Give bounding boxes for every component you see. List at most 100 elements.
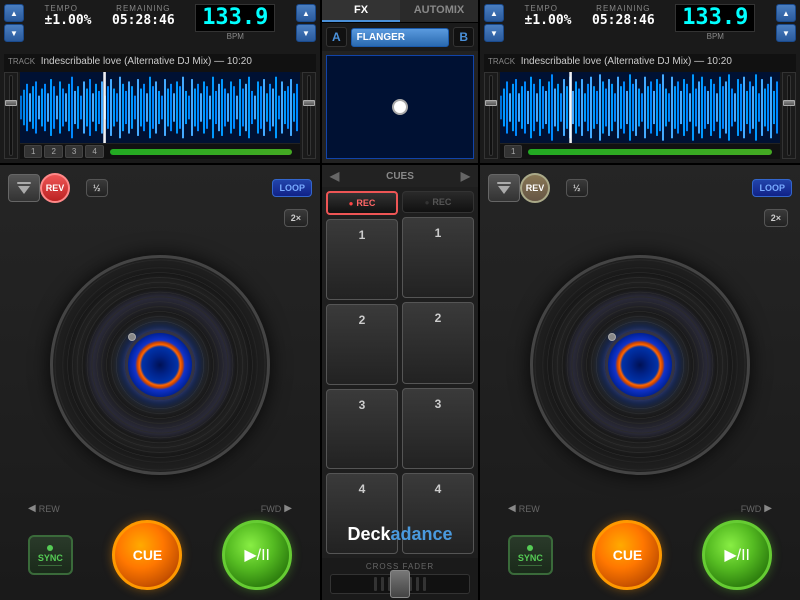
deck-right-up2-btn[interactable]: ▲ [776, 4, 796, 22]
deck-left-fwd-label: FWD ▶ [261, 503, 292, 514]
deck-left-cue-marker-4[interactable]: 4 [85, 145, 103, 158]
deck-left-waveform-area: 1 2 3 4 [4, 72, 316, 159]
deck-left-eject-btn[interactable] [8, 174, 40, 202]
deck-left-cue-marker-1[interactable]: 1 [24, 145, 42, 158]
deck-right-pitch-slider-right[interactable] [782, 72, 796, 159]
deck-left-sync-btn[interactable]: SYNC [28, 535, 73, 575]
deck-left-half-btn[interactable]: ½ [86, 179, 108, 197]
fx-controls: A FLANGER B [322, 23, 478, 51]
deck-right-turntable-area [488, 231, 792, 499]
deck-right-turntable-center [605, 330, 675, 400]
fx-tab[interactable]: FX [322, 0, 400, 22]
deck-right-half-btn[interactable]: ½ [566, 179, 588, 197]
deck-right-cue-btn[interactable]: CUE [592, 520, 662, 590]
deck-left-rew-arrow-icon: ◀ [28, 503, 36, 514]
cross-fader-thumb[interactable] [390, 570, 410, 598]
deck-left-rew-text: REW [39, 504, 60, 514]
deck-right-x2-btn[interactable]: 2× [764, 209, 788, 227]
deck-left-tempo-block: TEMPO ±1.00% [45, 4, 92, 28]
deck-right-down-btn[interactable]: ▼ [484, 24, 504, 42]
cross-fader-track[interactable] [330, 574, 470, 594]
deck-left-cue-marker-2[interactable]: 2 [44, 145, 62, 158]
fx-effect-select[interactable]: FLANGER [351, 28, 450, 47]
deck-right-sync-btn[interactable]: SYNC [508, 535, 553, 575]
deck-right-top: ▲ ▼ TEMPO ±1.00% REMAINING 05:28:46 133.… [480, 0, 800, 163]
cue-right-1-btn[interactable]: 1 [402, 217, 474, 298]
deck-left-down-btn[interactable]: ▼ [4, 24, 24, 42]
deck-left-remaining-block: REMAINING 05:28:46 [112, 4, 175, 28]
deck-left-turntable-center [125, 330, 195, 400]
deck-right-pitch-thumb-left [485, 100, 497, 106]
deck-right-pitch-slider-left[interactable] [484, 72, 498, 159]
deck-left-turntable-spindle [128, 333, 136, 341]
deck-left-cue-marker-3[interactable]: 3 [65, 145, 83, 158]
cues-col-left: ● REC 1 2 3 4 [326, 191, 398, 554]
deck-left-tempo-label: TEMPO [45, 4, 78, 13]
deck-left-rev-btn[interactable]: REV [40, 173, 70, 203]
deck-left-cue-markers: 1 2 3 4 [20, 143, 300, 159]
deck-left-x2-btn[interactable]: 2× [284, 209, 308, 227]
deck-left-turntable-area [8, 231, 312, 499]
deck-right-eject-btn[interactable] [488, 174, 520, 202]
deck-right-remaining-block: REMAINING 05:28:46 [592, 4, 655, 28]
deck-right-bpm-unit: BPM [707, 32, 724, 41]
cues-label: CUES [386, 171, 414, 182]
cues-right-arrow-icon[interactable]: ▶ [461, 169, 470, 183]
deck-right-cue-markers: 1 [500, 143, 780, 159]
rec-right-btn[interactable]: ● REC [402, 191, 474, 213]
deck-right-waveform-main: 1 [500, 72, 780, 159]
cues-left-arrow-icon[interactable]: ◀ [330, 169, 339, 183]
deck-left-down2-btn[interactable]: ▼ [296, 24, 316, 42]
deck-left-nav-right: ▲ ▼ [296, 4, 316, 42]
deck-right-loop-btn[interactable]: LOOP [752, 179, 792, 197]
deck-right-remaining-value: 05:28:46 [592, 13, 655, 28]
fx-tabs: FX AUTOMIX [322, 0, 478, 23]
cue-left-1-btn[interactable]: 1 [326, 219, 398, 300]
deck-right-waveform-svg [500, 72, 780, 143]
deck-right-bottom-controls: SYNC CUE ▶/II [488, 514, 792, 592]
deck-left-cue-btn[interactable]: CUE [112, 520, 182, 590]
deck-right-pitch-track-right [787, 75, 791, 156]
deck-right-play-btn[interactable]: ▶/II [702, 520, 772, 590]
deck-left-play-btn[interactable]: ▶/II [222, 520, 292, 590]
deck-right-nav: ▲ ▼ [484, 4, 504, 42]
deck-left-remaining-value: 05:28:46 [112, 13, 175, 28]
deck-left-up2-btn[interactable]: ▲ [296, 4, 316, 22]
deck-right-controls-top: REV ½ LOOP [488, 173, 792, 203]
rec-left-btn[interactable]: ● REC [326, 191, 398, 215]
deck-right-down2-btn[interactable]: ▼ [776, 24, 796, 42]
deck-left-loop-btn[interactable]: LOOP [272, 179, 312, 197]
deck-right-fwd-text: FWD [741, 504, 762, 514]
cue-right-3-btn[interactable]: 3 [402, 388, 474, 469]
deck-left-controls-top: REV ½ LOOP [8, 173, 312, 203]
deck-right-turntable[interactable] [530, 255, 750, 475]
deck-right-rew-fwd: ◀ REW FWD ▶ [488, 503, 792, 514]
deck-right-track-info: TRACK Indescribable love (Alternative DJ… [484, 54, 796, 72]
deck-right-fwd-label: FWD ▶ [741, 503, 772, 514]
deck-right-up-btn[interactable]: ▲ [484, 4, 504, 22]
deck-left-pitch-thumb-left [5, 100, 17, 106]
deck-right-bottom: REV ½ LOOP 2× [480, 165, 800, 600]
deck-right-cue-marker-1[interactable]: 1 [504, 145, 522, 158]
deck-left-turntable[interactable] [50, 255, 270, 475]
cue-right-2-btn[interactable]: 2 [402, 302, 474, 383]
deck-right-pitch-track-left [489, 75, 493, 156]
fader-line-1 [374, 577, 377, 591]
cue-left-2-btn[interactable]: 2 [326, 304, 398, 385]
deck-right-rev-btn[interactable]: REV [520, 173, 550, 203]
brand-main: Deck [347, 524, 390, 544]
deck-left-pitch-slider-right[interactable] [302, 72, 316, 159]
deck-left-sync-label: SYNC [38, 553, 63, 563]
deck-right-track-label: TRACK [488, 57, 515, 66]
cues-col-right: ● REC 1 2 3 4 [402, 191, 474, 554]
deck-left-waveform [20, 72, 300, 143]
center-cues-panel: ◀ CUES ▶ ● REC 1 2 3 4 [320, 165, 480, 600]
rec-left-label: REC [356, 198, 375, 208]
fx-xy-pad[interactable] [326, 55, 474, 159]
deck-left-pitch-slider-left[interactable] [4, 72, 18, 159]
fader-line-8 [423, 577, 426, 591]
automix-tab[interactable]: AUTOMIX [400, 0, 478, 22]
deck-left-up-btn[interactable]: ▲ [4, 4, 24, 22]
rec-right-dot-icon: ● [425, 198, 430, 207]
cue-left-3-btn[interactable]: 3 [326, 389, 398, 470]
